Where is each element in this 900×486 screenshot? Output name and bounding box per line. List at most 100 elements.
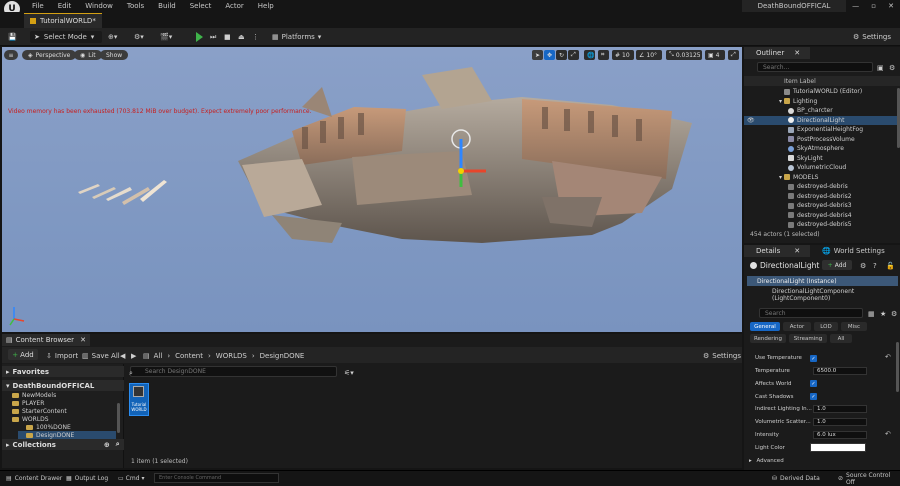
temperature-field[interactable]: 6500.0 <box>813 367 867 375</box>
category-general[interactable]: General <box>750 322 780 331</box>
menu-actor[interactable]: Actor <box>225 2 243 10</box>
step-icon[interactable]: ⏭ <box>210 31 216 43</box>
category-lod[interactable]: LOD <box>814 322 838 331</box>
add-collection-icon[interactable]: ⊕ <box>104 441 110 449</box>
add-button[interactable]: + Add <box>8 349 38 360</box>
play-button[interactable] <box>196 31 203 43</box>
component-instance-row[interactable]: DirectionalLight (Instance) <box>747 276 898 286</box>
tree-item-newmodels[interactable]: NewModels <box>12 391 56 399</box>
category-actor[interactable]: Actor <box>783 322 811 331</box>
forward-icon[interactable]: ▶ <box>131 350 136 362</box>
category-misc[interactable]: Misc <box>841 322 867 331</box>
world-settings-tab[interactable]: 🌐 World Settings <box>812 245 900 257</box>
tree-item-worlds[interactable]: WORLDS <box>12 415 49 423</box>
intensity-field[interactable]: 6.0 lux <box>813 431 867 439</box>
breadcrumb-all[interactable]: All <box>154 352 163 360</box>
project-root-header[interactable]: ▾ DeathBoundOFFICAL <box>2 380 124 391</box>
close-tab-icon[interactable]: ✕ <box>794 247 800 255</box>
outliner-row-debris3[interactable]: destroyed-debris3 <box>744 201 897 210</box>
volumetric-scatter-field[interactable]: 1.0 <box>813 418 867 426</box>
content-drawer-button[interactable]: ▤ Content Drawer <box>6 474 62 483</box>
light-color-swatch[interactable] <box>810 443 866 452</box>
category-streaming[interactable]: Streaming <box>789 334 827 343</box>
console-command-input[interactable]: Enter Console Command <box>154 473 279 483</box>
lock-icon[interactable]: 🔓 <box>886 260 895 272</box>
maximize-icon[interactable]: ▫ <box>871 2 876 10</box>
favorites-header[interactable]: ▸ Favorites <box>2 366 124 377</box>
tree-item-100done[interactable]: 100%DONE <box>26 423 71 431</box>
reset-arrow-icon[interactable]: ↶ <box>885 353 891 361</box>
back-icon[interactable]: ◀ <box>120 350 125 362</box>
details-settings-icon[interactable]: ⚙ <box>891 308 897 320</box>
cmd-dropdown[interactable]: ▭ Cmd ▾ <box>118 474 145 483</box>
use-temperature-checkbox[interactable]: ✓ <box>810 355 817 362</box>
outliner-tab[interactable]: Outliner ✕ <box>744 47 810 59</box>
outliner-row-debris4[interactable]: destroyed-debris4 <box>744 211 897 220</box>
menu-help[interactable]: Help <box>258 2 274 10</box>
advanced-section[interactable]: ▸ Advanced <box>749 458 784 464</box>
breadcrumb-worlds[interactable]: WORLDS <box>216 352 247 360</box>
outliner-row-models[interactable]: ▾ MODELS <box>744 173 897 182</box>
outliner-column-header[interactable]: Item Label <box>744 76 900 86</box>
output-log-button[interactable]: ▦ Output Log <box>66 474 108 483</box>
details-tab[interactable]: Details ✕ <box>744 245 810 257</box>
eject-icon[interactable]: ⏏ <box>238 31 245 43</box>
details-scrollbar[interactable] <box>896 342 899 392</box>
outliner-row-postprocess[interactable]: PostProcessVolume <box>744 135 897 144</box>
tree-item-startercontent[interactable]: StarterContent <box>12 407 67 415</box>
component-row[interactable]: DirectionalLightComponent (LightComponen… <box>772 288 900 302</box>
blueprint-icon[interactable]: ⚙ <box>860 260 866 272</box>
save-icon[interactable]: 💾 <box>8 31 17 43</box>
outliner-row-skylight[interactable]: SkyLight <box>744 154 897 163</box>
more-options-icon[interactable]: ⋮ <box>252 31 259 43</box>
details-add-component-button[interactable]: + Add <box>822 260 852 270</box>
tree-item-player[interactable]: PLAYER <box>12 399 44 407</box>
menu-edit[interactable]: Edit <box>58 2 72 10</box>
indirect-lighting-field[interactable]: 1.0 <box>813 405 867 413</box>
category-all[interactable]: All <box>830 334 852 343</box>
outliner-row-world[interactable]: TutorialWORLD (Editor) <box>744 87 897 96</box>
add-content-icon[interactable]: ⊕▾ <box>108 31 117 43</box>
save-all-button[interactable]: ▥ Save All <box>82 350 120 362</box>
category-rendering[interactable]: Rendering <box>750 334 786 343</box>
outliner-row-debris2[interactable]: destroyed-debris2 <box>744 192 897 201</box>
visibility-eye-icon[interactable]: 👁 <box>747 117 755 124</box>
tree-scrollbar[interactable] <box>117 403 120 433</box>
help-icon[interactable]: ? <box>873 260 877 272</box>
breadcrumb-designdone[interactable]: DesignDONE <box>260 352 305 360</box>
blueprint-icon[interactable]: ⚙▾ <box>134 31 144 43</box>
reset-arrow-icon[interactable]: ↶ <box>885 430 891 438</box>
minimize-icon[interactable]: — <box>852 2 859 10</box>
details-search-input[interactable]: Search <box>759 308 863 318</box>
content-search-input[interactable]: Search DesignDONE <box>130 366 337 377</box>
affects-world-checkbox[interactable]: ✓ <box>810 380 817 387</box>
collections-header[interactable]: ▸ Collections ⊕ ⌕ <box>2 439 124 450</box>
cinematics-icon[interactable]: 🎬▾ <box>160 31 172 43</box>
menu-select[interactable]: Select <box>190 2 212 10</box>
tree-item-designdone[interactable]: DesignDONE <box>18 431 116 439</box>
outliner-row-directionallight[interactable]: 👁 DirectionalLight <box>744 115 897 125</box>
outliner-row-skyatmosphere[interactable]: SkyAtmosphere <box>744 144 897 153</box>
outliner-settings-icon[interactable]: ⚙ <box>889 62 895 74</box>
settings-button[interactable]: ⚙ Settings <box>853 31 891 43</box>
source-control-button[interactable]: ⊘ Source Control Off <box>838 472 900 486</box>
property-matrix-icon[interactable]: ▦ <box>868 308 875 320</box>
level-tab[interactable]: TutorialWORLD* <box>24 13 102 28</box>
menu-file[interactable]: File <box>32 2 44 10</box>
stop-icon[interactable]: ■ <box>224 31 231 43</box>
close-tab-icon[interactable]: ✕ <box>80 336 86 344</box>
level-viewport[interactable]: ≡ ◈ Perspective ◉ Lit Show ➤ ✥ ↻ ⤢ 🌐 ⌗ #… <box>2 47 742 332</box>
platforms-dropdown[interactable]: ▦ Platforms ▾ <box>272 31 321 43</box>
outliner-search-input[interactable]: Search... <box>757 62 873 72</box>
filter-icon[interactable]: ⚟▾ <box>344 367 354 379</box>
favorite-star-icon[interactable]: ★ <box>880 308 886 320</box>
outliner-row-bp-charcter[interactable]: BP_charcter <box>744 106 897 115</box>
add-folder-icon[interactable]: ▣ <box>877 62 884 74</box>
menu-tools[interactable]: Tools <box>127 2 144 10</box>
outliner-row-debris1[interactable]: destroyed-debris <box>744 182 897 191</box>
outliner-row-fog[interactable]: ExponentialHeightFog <box>744 125 897 134</box>
outliner-row-volumetriccloud[interactable]: VolumetricCloud <box>744 163 897 172</box>
content-browser-tab[interactable]: ▤ Content Browser ✕ <box>2 334 90 346</box>
cb-settings-button[interactable]: ⚙ Settings <box>703 350 741 362</box>
select-mode-dropdown[interactable]: ➤ Select Mode ▾ <box>30 31 102 43</box>
